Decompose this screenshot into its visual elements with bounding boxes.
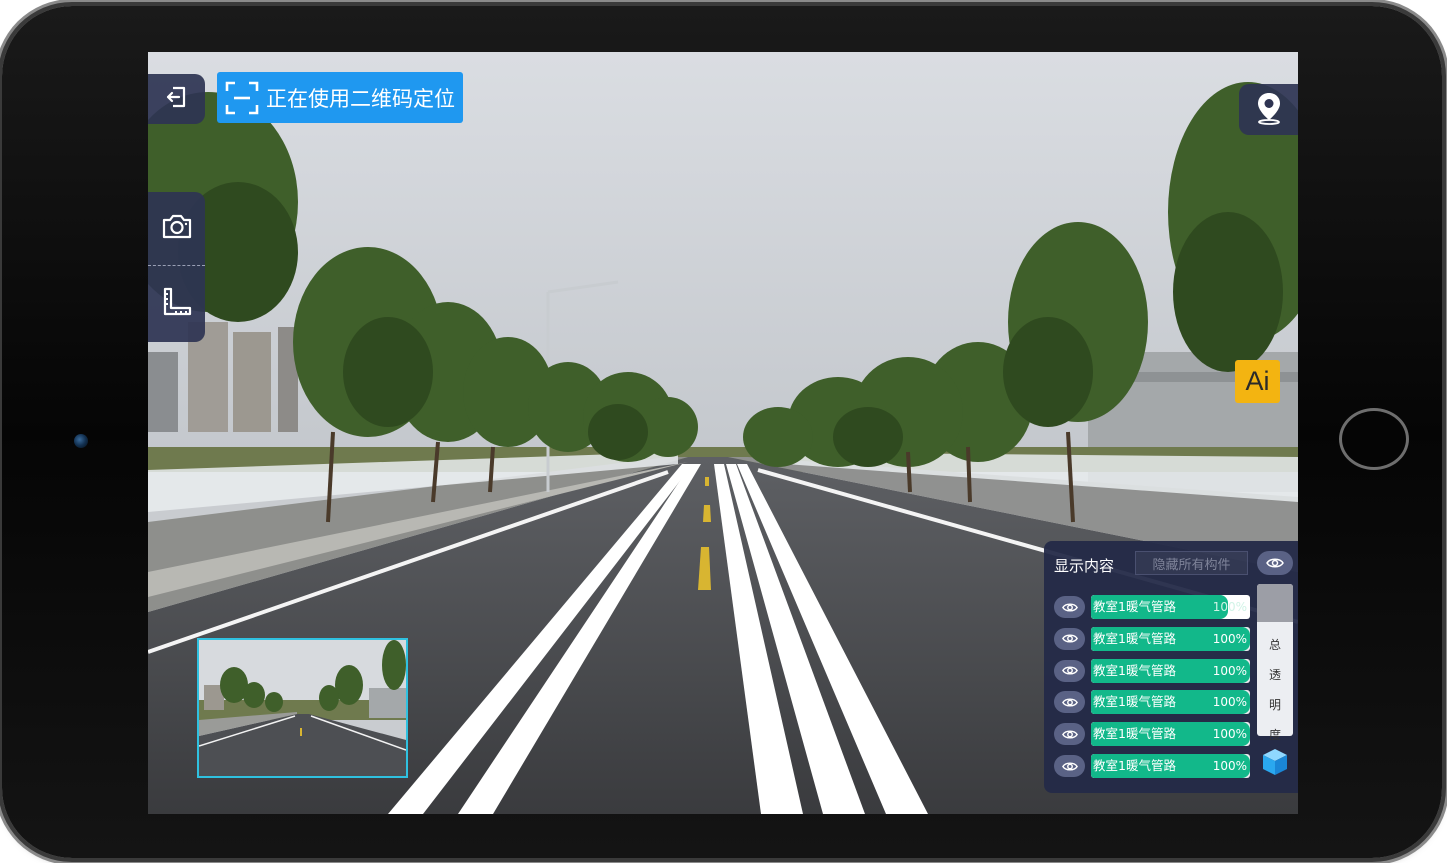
camera-button[interactable] — [148, 192, 205, 264]
opacity-char: 明 — [1268, 698, 1281, 712]
row-opacity-value: 100% — [1212, 663, 1247, 678]
row-component-name: 教室1暖气管路 — [1093, 599, 1176, 614]
qr-status-label: 正在使用二维码定位 — [266, 86, 455, 111]
component-row: 教室1暖气管路 100% — [1054, 626, 1250, 651]
row-component-name: 教室1暖气管路 — [1093, 630, 1176, 646]
component-row: 教室1暖气管路 100% — [1054, 722, 1250, 747]
toggle-all-visibility-button[interactable] — [1257, 551, 1293, 575]
row-component-name: 教室1暖气管路 — [1093, 694, 1176, 710]
eye-icon — [1061, 598, 1078, 617]
page: 正在使用二维码定位 Ai 显示内容 隐藏所有构件 教室1暖气管路 100% 教室… — [0, 0, 1447, 863]
minimap-image — [199, 640, 406, 776]
eye-icon — [1266, 554, 1284, 573]
eye-icon — [1061, 629, 1078, 648]
opacity-char: 透 — [1268, 668, 1281, 682]
exit-icon — [164, 84, 190, 114]
ruler-angle-icon — [161, 286, 193, 322]
minimap-thumbnail[interactable] — [197, 638, 408, 778]
tool-panel — [148, 192, 205, 342]
component-row: 教室1暖气管路 100% — [1054, 595, 1250, 619]
home-button[interactable] — [1339, 408, 1409, 470]
eye-icon — [1061, 725, 1078, 744]
scan-frame-icon — [225, 81, 259, 115]
row-component-name: 教室1暖气管路 — [1093, 662, 1176, 678]
component-row: 教室1暖气管路 100% — [1054, 690, 1250, 715]
model-view-button[interactable] — [1259, 748, 1291, 780]
measure-button[interactable] — [148, 268, 205, 340]
row-opacity-value: 100% — [1212, 600, 1247, 614]
row-visibility-toggle[interactable] — [1054, 659, 1085, 682]
location-button[interactable] — [1239, 84, 1298, 135]
panel-title: 显示内容 — [1054, 557, 1115, 575]
row-component-name: 教室1暖气管路 — [1093, 758, 1176, 773]
row-opacity-bar[interactable]: 教室1暖气管路 100% — [1091, 722, 1250, 747]
row-visibility-toggle[interactable] — [1054, 755, 1085, 777]
eye-icon — [1061, 693, 1078, 712]
row-opacity-bar[interactable]: 教室1暖气管路 100% — [1091, 690, 1250, 715]
exit-button[interactable] — [148, 74, 205, 124]
display-content-panel: 显示内容 隐藏所有构件 教室1暖气管路 100% 教室1暖气管路 100% 教室1暖气管… — [1044, 541, 1298, 793]
opacity-slider-handle[interactable] — [1257, 584, 1293, 622]
row-opacity-bar[interactable]: 教室1暖气管路 100% — [1091, 595, 1250, 619]
row-visibility-toggle[interactable] — [1054, 691, 1085, 714]
opacity-char: 总 — [1268, 638, 1281, 652]
map-pin-icon — [1254, 91, 1284, 129]
row-visibility-toggle[interactable] — [1054, 723, 1085, 746]
row-opacity-bar[interactable]: 教室1暖气管路 100% — [1091, 658, 1250, 683]
camera-icon — [161, 212, 193, 244]
cube-icon — [1260, 747, 1290, 781]
row-visibility-toggle[interactable] — [1054, 596, 1085, 618]
row-component-name: 教室1暖气管路 — [1093, 726, 1176, 742]
component-row: 教室1暖气管路 100% — [1054, 658, 1250, 683]
opacity-char: 度 — [1268, 728, 1281, 742]
opacity-label: 总 透 明 度 — [1257, 630, 1293, 750]
row-opacity-value: 100% — [1212, 759, 1247, 773]
row-opacity-value: 100% — [1212, 727, 1247, 742]
row-visibility-toggle[interactable] — [1054, 627, 1085, 650]
ai-button[interactable]: Ai — [1235, 360, 1280, 403]
row-opacity-value: 100% — [1212, 695, 1247, 710]
ar-screen: 正在使用二维码定位 Ai 显示内容 隐藏所有构件 教室1暖气管路 100% 教室… — [148, 52, 1298, 814]
component-row: 教室1暖气管路 100% — [1054, 754, 1250, 778]
hide-all-components-button[interactable]: 隐藏所有构件 — [1135, 551, 1248, 575]
row-opacity-bar[interactable]: 教室1暖气管路 100% — [1091, 626, 1250, 651]
row-opacity-bar[interactable]: 教室1暖气管路 100% — [1091, 754, 1250, 778]
qr-locating-status[interactable]: 正在使用二维码定位 — [217, 72, 463, 123]
eye-icon — [1061, 661, 1078, 680]
row-opacity-value: 100% — [1212, 631, 1247, 646]
total-opacity-slider[interactable]: 总 透 明 度 — [1257, 584, 1293, 742]
tool-divider — [148, 265, 205, 266]
eye-icon — [1061, 757, 1078, 776]
front-camera — [74, 434, 88, 448]
